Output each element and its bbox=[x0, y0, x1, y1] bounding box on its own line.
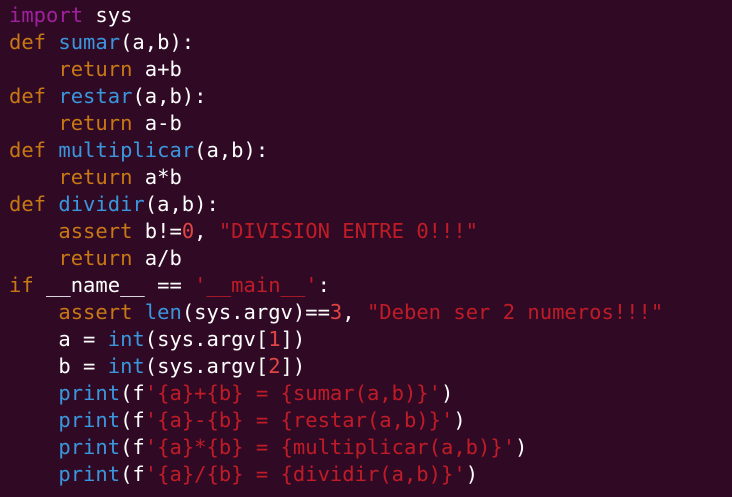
code-token: restar bbox=[58, 84, 133, 108]
code-line[interactable]: return a*b bbox=[9, 164, 663, 191]
code-line[interactable]: b = int(sys.argv[2]) bbox=[9, 353, 663, 380]
code-token: print bbox=[58, 435, 121, 459]
code-token: a+b bbox=[132, 57, 182, 81]
code-token: : bbox=[317, 273, 330, 297]
code-token: "DIVISION ENTRE 0!!!" bbox=[218, 219, 479, 243]
code-editor[interactable]: import sys def sumar(a,b): return a+b def … bbox=[0, 0, 732, 497]
code-line[interactable]: print(f'{a}+{b} = {sumar(a,b)}') bbox=[9, 380, 663, 407]
code-token: def bbox=[9, 84, 47, 108]
code-token: assert bbox=[58, 219, 133, 243]
code-token: print bbox=[58, 408, 121, 432]
code-line[interactable]: assert b!=0, "DIVISION ENTRE 0!!!" bbox=[9, 218, 663, 245]
code-token: (sys.argv[ bbox=[144, 354, 269, 378]
code-token: (a,b): bbox=[132, 84, 207, 108]
code-token: (f bbox=[120, 435, 145, 459]
code-line[interactable]: print(f'{a}/{b} = {dividir(a,b)}') bbox=[9, 461, 663, 488]
code-token: __name__ == bbox=[33, 273, 195, 297]
code-line[interactable]: def restar(a,b): bbox=[9, 83, 663, 110]
code-token: (a,b): bbox=[194, 138, 269, 162]
code-token: (sys.argv[ bbox=[144, 327, 269, 351]
code-token: sys bbox=[83, 3, 133, 27]
code-token: ) bbox=[465, 462, 479, 486]
code-line[interactable]: return a+b bbox=[9, 56, 663, 83]
code-token: b = bbox=[9, 354, 108, 378]
code-token: return bbox=[58, 246, 133, 270]
code-token: ) bbox=[515, 435, 528, 459]
code-token: '{a}*{b} = {multiplicar(a,b)}' bbox=[144, 435, 516, 459]
code-token: (a,b): bbox=[120, 30, 195, 54]
code-token: 1 bbox=[268, 327, 281, 351]
code-token: if bbox=[9, 273, 34, 297]
code-token: '{a}/{b} = {dividir(a,b)}' bbox=[144, 462, 466, 486]
code-token: int bbox=[107, 354, 145, 378]
code-token: return bbox=[58, 165, 133, 189]
code-token: len bbox=[144, 300, 182, 324]
code-token: a-b bbox=[132, 111, 182, 135]
code-token: def bbox=[9, 30, 47, 54]
code-line[interactable]: assert len(sys.argv)==3, "Deben ser 2 nu… bbox=[9, 299, 663, 326]
code-token: print bbox=[58, 462, 121, 486]
code-block[interactable]: import sys def sumar(a,b): return a+b def … bbox=[9, 2, 663, 488]
code-token: '{a}+{b} = {sumar(a,b)}' bbox=[144, 381, 441, 405]
code-token: (f bbox=[120, 462, 145, 486]
code-token: ]) bbox=[280, 327, 306, 351]
code-line[interactable]: return a-b bbox=[9, 110, 663, 137]
code-token: int bbox=[107, 327, 145, 351]
code-token: return bbox=[58, 57, 133, 81]
code-token: (a,b): bbox=[144, 192, 219, 216]
code-token: return bbox=[58, 111, 133, 135]
code-line[interactable]: def sumar(a,b): bbox=[9, 29, 663, 56]
code-token: ]) bbox=[280, 354, 306, 378]
code-token: print bbox=[58, 381, 121, 405]
code-token: b!= bbox=[132, 219, 182, 243]
code-token: ) bbox=[453, 408, 466, 432]
code-token: def bbox=[9, 138, 47, 162]
code-token: 2 bbox=[268, 354, 281, 378]
code-token: sumar bbox=[58, 30, 121, 54]
code-line[interactable]: return a/b bbox=[9, 245, 663, 272]
code-token: 0 bbox=[181, 219, 195, 243]
code-token: (f bbox=[120, 408, 145, 432]
code-token: '__main__' bbox=[194, 273, 318, 297]
code-token: import bbox=[9, 3, 84, 27]
code-token: '{a}-{b} = {restar(a,b)}' bbox=[144, 408, 454, 432]
code-token: def bbox=[9, 192, 47, 216]
code-token: ) bbox=[441, 381, 454, 405]
code-line[interactable]: import sys bbox=[9, 2, 663, 29]
code-token: , bbox=[194, 219, 219, 243]
code-token: , bbox=[342, 300, 367, 324]
code-line[interactable]: print(f'{a}*{b} = {multiplicar(a,b)}') bbox=[9, 434, 663, 461]
code-line[interactable]: a = int(sys.argv[1]) bbox=[9, 326, 663, 353]
code-token: dividir bbox=[58, 192, 145, 216]
code-token: assert bbox=[58, 300, 133, 324]
code-line[interactable]: def dividir(a,b): bbox=[9, 191, 663, 218]
code-token: a/b bbox=[132, 246, 182, 270]
code-token: (sys.argv)== bbox=[181, 300, 330, 324]
code-token: multiplicar bbox=[58, 138, 195, 162]
code-line[interactable]: print(f'{a}-{b} = {restar(a,b)}') bbox=[9, 407, 663, 434]
code-line[interactable]: if __name__ == '__main__': bbox=[9, 272, 663, 299]
code-line[interactable]: def multiplicar(a,b): bbox=[9, 137, 663, 164]
code-token: a = bbox=[9, 327, 108, 351]
code-token: "Deben ser 2 numeros!!!" bbox=[366, 300, 664, 324]
code-token: a*b bbox=[132, 165, 182, 189]
code-token: (f bbox=[120, 381, 145, 405]
code-token: 3 bbox=[329, 300, 343, 324]
